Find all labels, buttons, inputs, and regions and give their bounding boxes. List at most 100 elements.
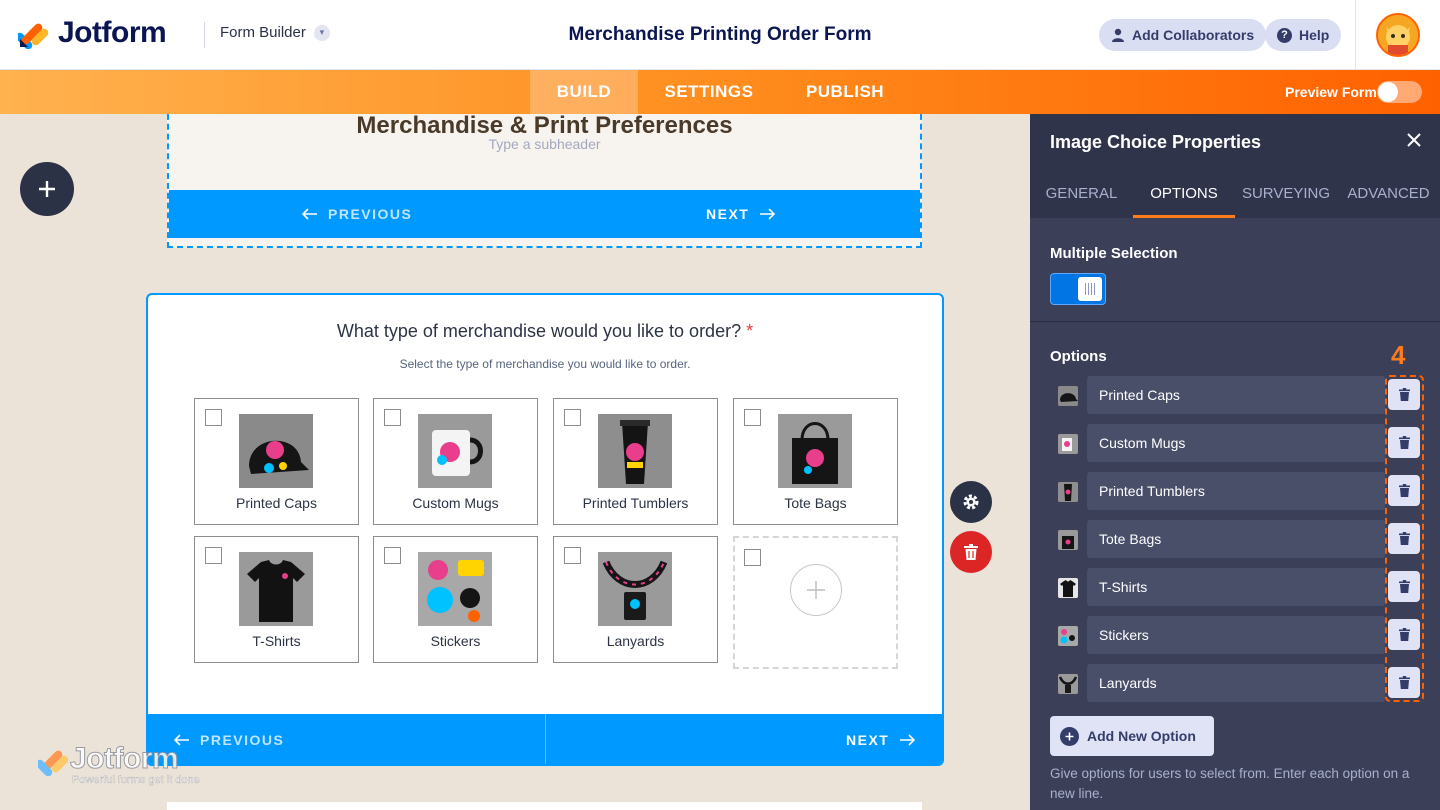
option-thumbnail[interactable]	[1058, 674, 1078, 694]
option-input[interactable]: Printed Caps	[1087, 376, 1385, 414]
previous-label: PREVIOUS	[328, 206, 413, 222]
question-sublabel[interactable]: Select the type of merchandise you would…	[148, 357, 942, 371]
required-mark: *	[746, 321, 754, 341]
option-input[interactable]: Tote Bags	[1087, 520, 1385, 558]
trash-icon	[964, 544, 978, 560]
help-label: Help	[1299, 27, 1330, 43]
add-collaborators-label: Add Collaborators	[1132, 27, 1255, 43]
image-choice-question[interactable]: What type of merchandise would you like …	[146, 293, 944, 766]
choice-lanyards[interactable]: Lanyards	[553, 536, 718, 663]
delete-option-button[interactable]	[1388, 619, 1420, 650]
option-thumbnail[interactable]	[1058, 434, 1078, 454]
user-icon	[1112, 28, 1124, 42]
tab-options[interactable]: OPTIONS	[1133, 169, 1235, 218]
delete-option-button[interactable]	[1388, 379, 1420, 410]
next-button[interactable]: NEXT	[706, 190, 776, 238]
option-input[interactable]: Custom Mugs	[1087, 424, 1385, 462]
plus-icon	[39, 181, 55, 197]
choice-checkbox[interactable]	[744, 409, 761, 426]
delete-option-button[interactable]	[1388, 475, 1420, 506]
next-label: NEXT	[846, 732, 890, 748]
choice-label: Printed Caps	[236, 495, 317, 511]
annotation-number: 4	[1391, 340, 1406, 370]
delete-option-button[interactable]	[1388, 523, 1420, 554]
next-page-section	[167, 802, 922, 810]
tote-bag-image	[778, 414, 852, 488]
mug-image	[418, 414, 492, 488]
add-image-button[interactable]	[790, 564, 842, 616]
option-input[interactable]: Stickers	[1087, 616, 1385, 654]
tab-general[interactable]: GENERAL	[1030, 169, 1133, 218]
active-tab-indicator	[1133, 215, 1235, 218]
cap-image	[239, 414, 313, 488]
option-input[interactable]: T-Shirts	[1087, 568, 1385, 606]
user-avatar-icon	[1378, 15, 1418, 55]
tab-advanced[interactable]: ADVANCED	[1337, 169, 1440, 218]
delete-option-button[interactable]	[1388, 427, 1420, 458]
tab-build[interactable]: BUILD	[530, 70, 638, 114]
question-label[interactable]: What type of merchandise would you like …	[148, 321, 942, 342]
option-thumbnail[interactable]	[1058, 626, 1078, 646]
arrow-left-icon	[302, 208, 317, 220]
tab-surveying[interactable]: SURVEYING	[1235, 169, 1337, 218]
multiple-selection-toggle[interactable]	[1050, 273, 1106, 305]
tshirt-image	[239, 552, 313, 626]
choice-printed-caps[interactable]: Printed Caps	[194, 398, 359, 525]
jotform-logo-icon	[18, 23, 49, 49]
choice-checkbox[interactable]	[384, 547, 401, 564]
choice-printed-tumblers[interactable]: Printed Tumblers	[553, 398, 718, 525]
option-input[interactable]: Lanyards	[1087, 664, 1385, 702]
delete-option-button[interactable]	[1388, 667, 1420, 698]
add-element-button[interactable]	[20, 162, 74, 216]
choice-checkbox[interactable]	[384, 409, 401, 426]
question-text: What type of merchandise would you like …	[336, 321, 742, 341]
choice-checkbox[interactable]	[205, 409, 222, 426]
preview-form-toggle[interactable]	[1377, 81, 1422, 103]
lanyard-image	[598, 552, 672, 626]
option-thumbnail[interactable]	[1058, 530, 1078, 550]
add-new-option-button[interactable]: Add New Option	[1050, 716, 1214, 756]
choice-t-shirts[interactable]: T-Shirts	[194, 536, 359, 663]
panel-header: Image Choice Properties	[1030, 114, 1440, 169]
close-button[interactable]	[1404, 130, 1424, 150]
option-thumbnail[interactable]	[1058, 482, 1078, 502]
question-delete-button[interactable]	[950, 531, 992, 573]
avatar[interactable]	[1376, 13, 1420, 57]
choice-custom-mugs[interactable]: Custom Mugs	[373, 398, 538, 525]
tab-publish[interactable]: PUBLISH	[795, 70, 895, 114]
stickers-image	[418, 552, 492, 626]
choice-tote-bags[interactable]: Tote Bags	[733, 398, 898, 525]
arrow-right-icon	[900, 734, 916, 746]
section-subheader[interactable]: Type a subheader	[169, 136, 920, 152]
previous-button[interactable]: PREVIOUS	[174, 714, 284, 764]
option-thumbnail[interactable]	[1058, 386, 1078, 406]
page-break-section[interactable]: Merchandise & Print Preferences Type a s…	[167, 114, 922, 248]
previous-button[interactable]: PREVIOUS	[302, 190, 412, 238]
panel-tabs: GENERAL OPTIONS SURVEYING ADVANCED	[1030, 169, 1440, 218]
choice-checkbox[interactable]	[205, 547, 222, 564]
choice-stickers[interactable]: Stickers	[373, 536, 538, 663]
plus-icon	[807, 581, 825, 599]
multiple-selection-label: Multiple Selection	[1050, 245, 1178, 262]
header-divider	[204, 22, 205, 48]
option-input[interactable]: Printed Tumblers	[1087, 472, 1385, 510]
choice-label: Printed Tumblers	[582, 495, 689, 511]
option-thumbnail[interactable]	[1058, 578, 1078, 598]
add-collaborators-button[interactable]: Add Collaborators	[1099, 19, 1267, 51]
help-button[interactable]: ? Help	[1265, 19, 1342, 51]
question-settings-button[interactable]	[950, 481, 992, 523]
form-builder-dropdown[interactable]: Form Builder ▾	[220, 24, 330, 41]
gear-icon	[963, 494, 979, 510]
choice-label: Lanyards	[606, 633, 665, 649]
top-bar: Jotform Form Builder ▾ Merchandise Print…	[0, 0, 1440, 70]
add-choice-placeholder[interactable]	[733, 536, 898, 669]
option-row: Printed Caps	[1052, 376, 1406, 414]
trash-icon	[1398, 676, 1410, 689]
choice-checkbox[interactable]	[564, 409, 581, 426]
jotform-logo[interactable]: Jotform	[18, 16, 167, 50]
next-button[interactable]: NEXT	[846, 714, 916, 764]
builder-nav: BUILD SETTINGS PUBLISH Preview Form	[0, 70, 1440, 114]
choice-checkbox[interactable]	[564, 547, 581, 564]
tab-settings[interactable]: SETTINGS	[650, 70, 768, 114]
delete-option-button[interactable]	[1388, 571, 1420, 602]
